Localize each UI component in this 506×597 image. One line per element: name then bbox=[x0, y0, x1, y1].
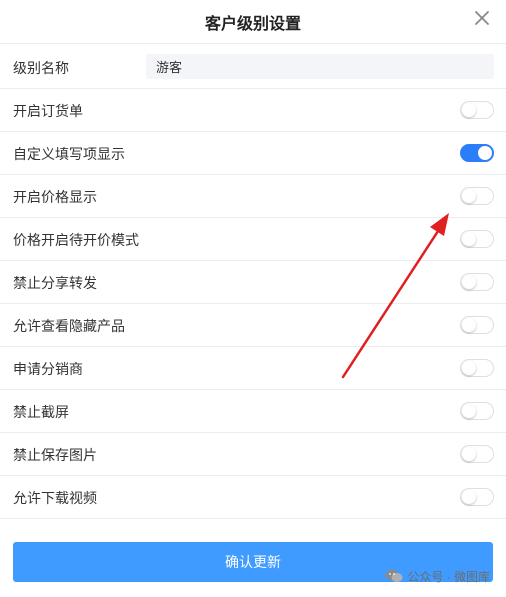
toggle-knob bbox=[478, 146, 492, 160]
toggle-knob bbox=[462, 361, 476, 375]
setting-row-price-display: 开启价格显示 bbox=[0, 175, 506, 218]
disable-share-toggle[interactable] bbox=[460, 273, 494, 291]
price-display-toggle[interactable] bbox=[460, 187, 494, 205]
setting-label: 允许查看隐藏产品 bbox=[13, 318, 125, 334]
order-form-toggle[interactable] bbox=[460, 101, 494, 119]
level-name-label: 级别名称 bbox=[13, 60, 69, 76]
setting-row-custom-fields: 自定义填写项显示 bbox=[0, 132, 506, 175]
toggle-knob bbox=[462, 275, 476, 289]
disable-screenshot-toggle[interactable] bbox=[460, 402, 494, 420]
pending-price-toggle[interactable] bbox=[460, 230, 494, 248]
level-name-input[interactable] bbox=[146, 54, 494, 79]
setting-row-disable-share: 禁止分享转发 bbox=[0, 261, 506, 304]
level-name-row: 级别名称 bbox=[0, 44, 506, 89]
toggle-knob bbox=[462, 490, 476, 504]
hidden-products-toggle[interactable] bbox=[460, 316, 494, 334]
setting-label: 禁止保存图片 bbox=[13, 447, 97, 463]
setting-row-disable-save-image: 禁止保存图片 bbox=[0, 433, 506, 476]
setting-label: 开启订货单 bbox=[13, 103, 83, 119]
toggle-knob bbox=[462, 232, 476, 246]
custom-fields-toggle[interactable] bbox=[460, 144, 494, 162]
setting-label: 自定义填写项显示 bbox=[13, 146, 125, 162]
watermark-text: 公众号 · 微图库 bbox=[407, 569, 490, 584]
setting-row-pending-price: 价格开启待开价模式 bbox=[0, 218, 506, 261]
toggle-knob bbox=[462, 318, 476, 332]
setting-label: 允许下载视频 bbox=[13, 490, 97, 506]
close-icon[interactable] bbox=[472, 8, 492, 28]
toggle-knob bbox=[462, 189, 476, 203]
setting-label: 价格开启待开价模式 bbox=[13, 232, 139, 248]
toggle-knob bbox=[462, 404, 476, 418]
dialog-header: 客户级别设置 bbox=[0, 0, 506, 44]
setting-row-hidden-products: 允许查看隐藏产品 bbox=[0, 304, 506, 347]
dialog-title: 客户级别设置 bbox=[204, 16, 301, 33]
wechat-icon bbox=[385, 569, 403, 582]
setting-label: 开启价格显示 bbox=[13, 189, 97, 205]
setting-label: 申请分销商 bbox=[13, 361, 83, 377]
distributor-toggle[interactable] bbox=[460, 359, 494, 377]
setting-row-disable-screenshot: 禁止截屏 bbox=[0, 390, 506, 433]
setting-row-video-download: 允许下载视频 bbox=[0, 476, 506, 519]
video-download-toggle[interactable] bbox=[460, 488, 494, 506]
watermark: 公众号 · 微图库 bbox=[385, 567, 490, 585]
setting-row-order-form: 开启订货单 bbox=[0, 89, 506, 132]
toggle-knob bbox=[462, 103, 476, 117]
setting-row-distributor: 申请分销商 bbox=[0, 347, 506, 390]
disable-save-image-toggle[interactable] bbox=[460, 445, 494, 463]
setting-label: 禁止截屏 bbox=[13, 404, 69, 420]
setting-label: 禁止分享转发 bbox=[13, 275, 97, 291]
toggle-knob bbox=[462, 447, 476, 461]
